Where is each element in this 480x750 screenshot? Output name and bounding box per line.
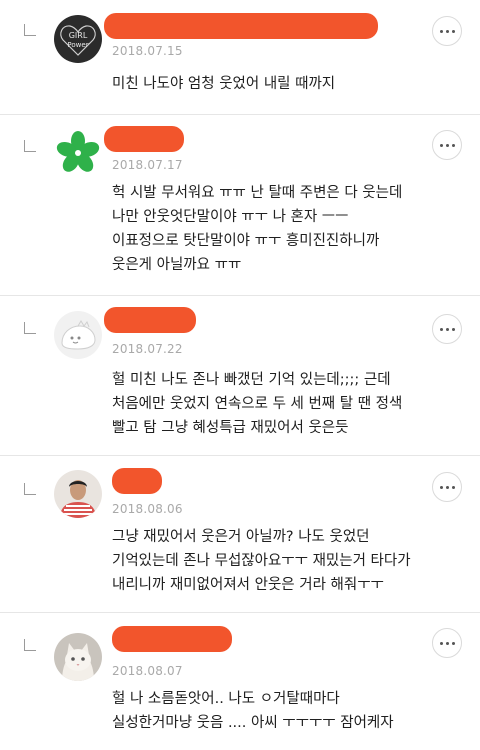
- comment-date: 2018.07.15: [112, 44, 183, 58]
- redacted-username: [104, 126, 184, 152]
- more-options-button[interactable]: [432, 314, 462, 344]
- reply-indent-icon: [24, 24, 36, 36]
- more-options-button[interactable]: [432, 628, 462, 658]
- comment-text: 그냥 재밌어서 웃은거 아닐까? 나도 웃었던 기억있는데 존나 무섭잖아요ㅜㅜ…: [112, 525, 472, 597]
- comment-item: 2018.08.06 그냥 재밌어서 웃은거 아닐까? 나도 웃었던 기억있는데…: [0, 456, 480, 613]
- comment-date: 2018.07.22: [112, 342, 183, 356]
- redacted-username: [104, 13, 378, 39]
- comment-date: 2018.08.06: [112, 502, 183, 516]
- comment-item: 2018.07.22 헐 미친 나도 존나 빠갰던 기억 있는데;;;; 근데 …: [0, 296, 480, 456]
- comment-item: GIRL Power 2018.07.15 미친 나도야 엄청 웃었어 내릴 때…: [0, 0, 480, 115]
- white-creature-avatar[interactable]: [54, 311, 102, 359]
- comment-line: 헐 미친 나도 존나 빠갰던 기억 있는데;;;; 근데: [112, 372, 391, 388]
- person-photo-avatar[interactable]: [54, 470, 102, 518]
- comment-text: 헉 시발 무서워요 ㅠㅠ 난 탈때 주변은 다 웃는데 나만 안웃엇단말이야 ㅠ…: [112, 181, 472, 277]
- reply-indent-icon: [24, 322, 36, 334]
- comment-line: 웃은게 아닐까요 ㅠㅠ: [112, 257, 242, 273]
- comment-line: 내리니까 재미없어져서 안웃은 거라 해줘ㅜㅜ: [112, 577, 384, 593]
- more-options-button[interactable]: [432, 130, 462, 160]
- comment-line: 나만 안웃엇단말이야 ㅠㅜ 나 혼자 ㅡㅡ: [112, 209, 349, 225]
- comment-text: 헐 나 소름돋앗어.. 나도 ㅇ거탈때마다 실성한거마냥 웃음 .... 아씨 …: [112, 687, 472, 735]
- svg-text:Power: Power: [67, 41, 88, 49]
- comment-line: 이표정으로 탓단말이야 ㅠㅜ 흥미진진하니까: [112, 233, 380, 249]
- comment-line: 처음에만 웃었지 연속으로 두 세 번째 탈 땐 정색: [112, 396, 403, 412]
- comment-line: 헉 시발 무서워요 ㅠㅠ 난 탈때 주변은 다 웃는데: [112, 185, 403, 201]
- redacted-username: [104, 307, 196, 333]
- comment-line: 미친 나도야 엄청 웃었어 내릴 때까지: [112, 76, 336, 92]
- comment-date: 2018.08.07: [112, 664, 183, 678]
- comment-text: 미친 나도야 엄청 웃었어 내릴 때까지: [112, 72, 472, 96]
- comment-item: 2018.08.07 헐 나 소름돋앗어.. 나도 ㅇ거탈때마다 실성한거마냥 …: [0, 613, 480, 750]
- comment-line: 기억있는데 존나 무섭잖아요ㅜㅜ 재밌는거 타다가: [112, 553, 411, 569]
- comment-line: 헐 나 소름돋앗어.. 나도 ㅇ거탈때마다: [112, 691, 340, 707]
- green-star-avatar[interactable]: [54, 128, 102, 176]
- reply-indent-icon: [24, 639, 36, 651]
- comment-text: 헐 미친 나도 존나 빠갰던 기억 있는데;;;; 근데 처음에만 웃었지 연속…: [112, 368, 472, 440]
- redacted-username: [112, 626, 232, 652]
- reply-indent-icon: [24, 483, 36, 495]
- comment-date: 2018.07.17: [112, 158, 183, 172]
- comment-line: 빨고 탐 그냥 혜성특급 재밌어서 웃은듯: [112, 420, 349, 436]
- svg-text:GIRL: GIRL: [69, 31, 88, 40]
- comment-line: 실성한거마냥 웃음 .... 아씨 ㅜㅜㅜㅜ 잠어케자: [112, 715, 394, 731]
- more-options-button[interactable]: [432, 472, 462, 502]
- comment-item: 2018.07.17 헉 시발 무서워요 ㅠㅠ 난 탈때 주변은 다 웃는데 나…: [0, 115, 480, 296]
- reply-indent-icon: [24, 140, 36, 152]
- redacted-username: [112, 468, 162, 494]
- cat-photo-avatar[interactable]: [54, 633, 102, 681]
- girl-power-avatar[interactable]: GIRL Power: [54, 15, 102, 63]
- more-options-button[interactable]: [432, 16, 462, 46]
- comment-line: 그냥 재밌어서 웃은거 아닐까? 나도 웃었던: [112, 529, 370, 545]
